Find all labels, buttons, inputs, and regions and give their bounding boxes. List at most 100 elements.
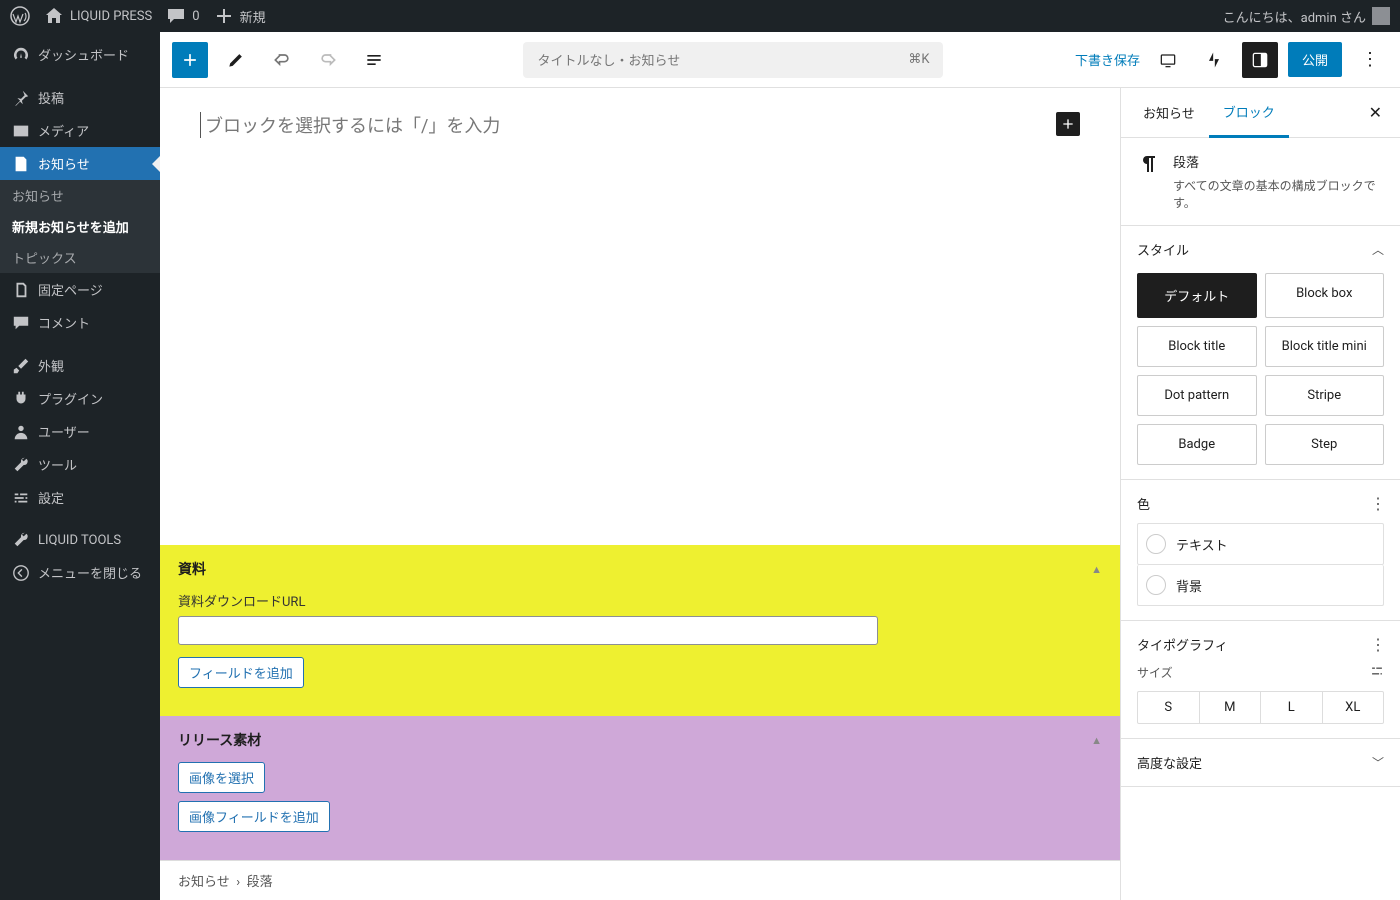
typography-options-button[interactable]: ⋮ (1370, 635, 1384, 654)
save-draft-button[interactable]: 下書き保存 (1075, 50, 1140, 69)
menu-settings[interactable]: 設定 (0, 481, 160, 514)
inspector-tab-block[interactable]: ブロック (1209, 88, 1289, 138)
comment-icon (166, 6, 186, 26)
color-text-row[interactable]: テキスト (1137, 523, 1384, 565)
redo-button[interactable] (310, 42, 346, 78)
comments-bubble[interactable]: 0 (166, 6, 199, 26)
comment-icon (12, 314, 30, 332)
wp-logo[interactable] (10, 6, 30, 26)
metabox-release-toggle[interactable]: ▲ (1091, 734, 1102, 747)
document-title: タイトルなし・お知らせ (537, 50, 680, 69)
submenu-notices-add[interactable]: 新規お知らせを追加 (0, 211, 160, 242)
style-option-block-box[interactable]: Block box (1265, 273, 1385, 318)
typography-section: タイポグラフィ ⋮ サイズ S M L XL (1121, 621, 1400, 739)
typography-heading[interactable]: タイポグラフィ ⋮ (1137, 635, 1384, 654)
submenu-notices-topics[interactable]: トピックス (0, 242, 160, 273)
advanced-section: 高度な設定 ﹀ (1121, 739, 1400, 787)
breadcrumb-leaf[interactable]: 段落 (247, 875, 273, 890)
size-xl-button[interactable]: XL (1323, 692, 1384, 723)
size-label: サイズ (1137, 664, 1173, 681)
pages-icon (12, 281, 30, 299)
metabox-release-title: リリース素材 (178, 730, 261, 750)
new-label: 新規 (240, 7, 266, 26)
site-name: LIQUID PRESS (70, 9, 152, 24)
metabox-resources: 資料 ▲ 資料ダウンロードURL フィールドを追加 (160, 545, 1120, 716)
settings-sidebar-button[interactable] (1242, 42, 1278, 78)
menu-pages[interactable]: 固定ページ (0, 273, 160, 306)
menu-plugins[interactable]: プラグイン (0, 382, 160, 415)
styles-section: スタイル ︿ デフォルト Block box Block title Block… (1121, 226, 1400, 480)
size-s-button[interactable]: S (1138, 692, 1200, 723)
inline-add-block-button[interactable] (1056, 112, 1080, 136)
advanced-heading[interactable]: 高度な設定 ﹀ (1137, 753, 1384, 772)
color-section: 色 ⋮ テキスト 背景 (1121, 480, 1400, 621)
dashboard-icon (12, 46, 30, 64)
menu-collapse[interactable]: メニューを閉じる (0, 556, 160, 589)
chevron-up-icon: ︿ (1372, 241, 1384, 258)
menu-posts[interactable]: 投稿 (0, 81, 160, 114)
inspector-panel: お知らせ ブロック ✕ 段落 すべての文章の基本の構成ブロックです。 (1120, 88, 1400, 900)
menu-media[interactable]: メディア (0, 114, 160, 147)
release-select-image-button[interactable]: 画像を選択 (178, 762, 265, 793)
edit-mode-button[interactable] (218, 42, 254, 78)
sliders-icon (12, 489, 30, 507)
metabox-resources-toggle[interactable]: ▲ (1091, 563, 1102, 576)
size-settings-icon[interactable] (1370, 664, 1384, 681)
greeting[interactable]: こんにちは、admin さん (1223, 7, 1390, 26)
submenu-notices-list[interactable]: お知らせ (0, 180, 160, 211)
style-option-stripe[interactable]: Stripe (1265, 375, 1385, 416)
jetpack-button[interactable] (1196, 42, 1232, 78)
resources-url-input[interactable] (178, 616, 878, 645)
style-option-badge[interactable]: Badge (1137, 424, 1257, 465)
metabox-release: リリース素材 ▲ 画像を選択 画像フィールドを追加 (160, 716, 1120, 860)
release-add-image-field-button[interactable]: 画像フィールドを追加 (178, 801, 330, 832)
resources-add-field-button[interactable]: フィールドを追加 (178, 657, 304, 688)
color-background-row[interactable]: 背景 (1137, 565, 1384, 606)
avatar (1372, 7, 1390, 25)
menu-users[interactable]: ユーザー (0, 415, 160, 448)
site-home[interactable]: LIQUID PRESS (44, 6, 152, 26)
inspector-close-button[interactable]: ✕ (1359, 93, 1392, 132)
styles-heading[interactable]: スタイル ︿ (1137, 240, 1384, 259)
undo-button[interactable] (264, 42, 300, 78)
editor-toolbar: タイトルなし・お知らせ ⌘K 下書き保存 公開 ⋮ (160, 32, 1400, 88)
style-option-step[interactable]: Step (1265, 424, 1385, 465)
media-icon (12, 122, 30, 140)
add-block-button[interactable] (172, 42, 208, 78)
close-icon: ✕ (1369, 103, 1382, 122)
block-breadcrumb: お知らせ › 段落 (160, 860, 1120, 900)
menu-liquid-tools[interactable]: LIQUID TOOLS (0, 524, 160, 556)
editor-canvas: ブロックを選択するには「/」を入力 資料 ▲ 資料ダウンロードURL フィールド… (160, 88, 1120, 900)
menu-notices[interactable]: お知らせ (0, 147, 160, 180)
more-options-button[interactable]: ⋮ (1352, 42, 1388, 78)
style-option-dot-pattern[interactable]: Dot pattern (1137, 375, 1257, 416)
menu-tools[interactable]: ツール (0, 448, 160, 481)
list-view-button[interactable] (356, 42, 392, 78)
color-heading[interactable]: 色 ⋮ (1137, 494, 1384, 513)
collapse-icon (12, 564, 30, 582)
resources-url-label: 資料ダウンロードURL (178, 591, 1102, 610)
command-shortcut: ⌘K (908, 52, 929, 67)
size-m-button[interactable]: M (1200, 692, 1262, 723)
menu-appearance[interactable]: 外観 (0, 349, 160, 382)
color-swatch-icon (1146, 575, 1166, 595)
size-l-button[interactable]: L (1261, 692, 1323, 723)
block-description: すべての文章の基本の構成ブロックです。 (1173, 177, 1384, 211)
home-icon (44, 6, 64, 26)
admin-menu: ダッシュボード 投稿 メディア お知らせ お知らせ 新規お知らせを追加 トピック… (0, 32, 160, 900)
preview-button[interactable] (1150, 42, 1186, 78)
wrench-icon (12, 456, 30, 474)
menu-comments[interactable]: コメント (0, 306, 160, 339)
style-option-block-title[interactable]: Block title (1137, 326, 1257, 367)
document-title-bar[interactable]: タイトルなし・お知らせ ⌘K (523, 42, 943, 78)
publish-button[interactable]: 公開 (1288, 42, 1342, 77)
color-options-button[interactable]: ⋮ (1370, 494, 1384, 513)
color-swatch-icon (1146, 534, 1166, 554)
new-content[interactable]: 新規 (214, 6, 266, 26)
paragraph-block[interactable]: ブロックを選択するには「/」を入力 (200, 112, 1056, 138)
menu-dashboard[interactable]: ダッシュボード (0, 38, 160, 71)
style-option-block-title-mini[interactable]: Block title mini (1265, 326, 1385, 367)
inspector-tab-post[interactable]: お知らせ (1129, 89, 1209, 136)
breadcrumb-root[interactable]: お知らせ (178, 875, 230, 890)
style-option-default[interactable]: デフォルト (1137, 273, 1257, 318)
